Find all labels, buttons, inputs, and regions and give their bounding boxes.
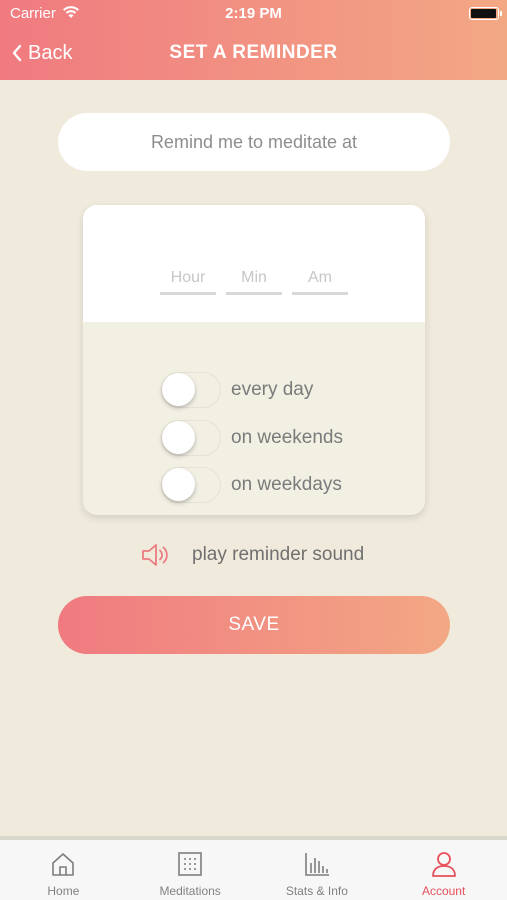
home-icon (52, 853, 75, 876)
reminder-card: Hour Min Am every day on weekends on wee… (83, 205, 425, 515)
speaker-icon (142, 544, 168, 566)
toggle-knob (162, 373, 195, 406)
schedule-option-every-day: every day (161, 372, 313, 408)
tab-account[interactable]: Account (380, 840, 507, 900)
tab-meditations[interactable]: Meditations (127, 840, 254, 900)
tab-stats-info-label: Stats & Info (285, 884, 348, 898)
grid-icon (178, 852, 202, 876)
schedule-option-weekdays: on weekdays (161, 467, 342, 503)
play-sound-label: play reminder sound (192, 544, 365, 565)
save-button[interactable]: SAVE (58, 596, 450, 654)
tab-home[interactable]: Home (0, 840, 127, 900)
tab-bar: Home Meditations Stats & Info Account (0, 836, 507, 900)
toggle-knob (162, 421, 195, 454)
user-icon (431, 852, 456, 877)
every-day-label: every day (231, 379, 314, 400)
header: Carrier 2:19 PM Back SET A REMINDER (0, 0, 507, 80)
bar-chart-icon (305, 853, 329, 876)
weekends-label: on weekends (231, 427, 343, 448)
weekends-toggle[interactable] (161, 420, 221, 456)
weekdays-label: on weekdays (231, 474, 342, 495)
ampm-field[interactable]: Am (292, 269, 348, 295)
battery-icon (469, 7, 502, 20)
tab-account-label: Account (421, 884, 466, 898)
status-time: 2:19 PM (225, 5, 282, 22)
toggle-knob (162, 468, 195, 501)
every-day-toggle[interactable] (161, 372, 221, 408)
status-bar: Carrier 2:19 PM (0, 0, 507, 26)
hour-field[interactable]: Hour (160, 269, 216, 295)
minute-field[interactable]: Min (226, 269, 282, 295)
schedule-option-weekends: on weekends (161, 420, 343, 456)
page-title: SET A REMINDER (169, 42, 338, 63)
reminder-prompt: Remind me to meditate at (58, 113, 450, 171)
play-sound-option[interactable]: play reminder sound (140, 541, 364, 569)
tab-home-label: Home (47, 884, 80, 898)
time-picker: Hour Min Am (83, 205, 425, 322)
tab-meditations-label: Meditations (159, 884, 221, 898)
weekdays-toggle[interactable] (161, 467, 221, 503)
tab-stats-info[interactable]: Stats & Info (254, 840, 381, 900)
